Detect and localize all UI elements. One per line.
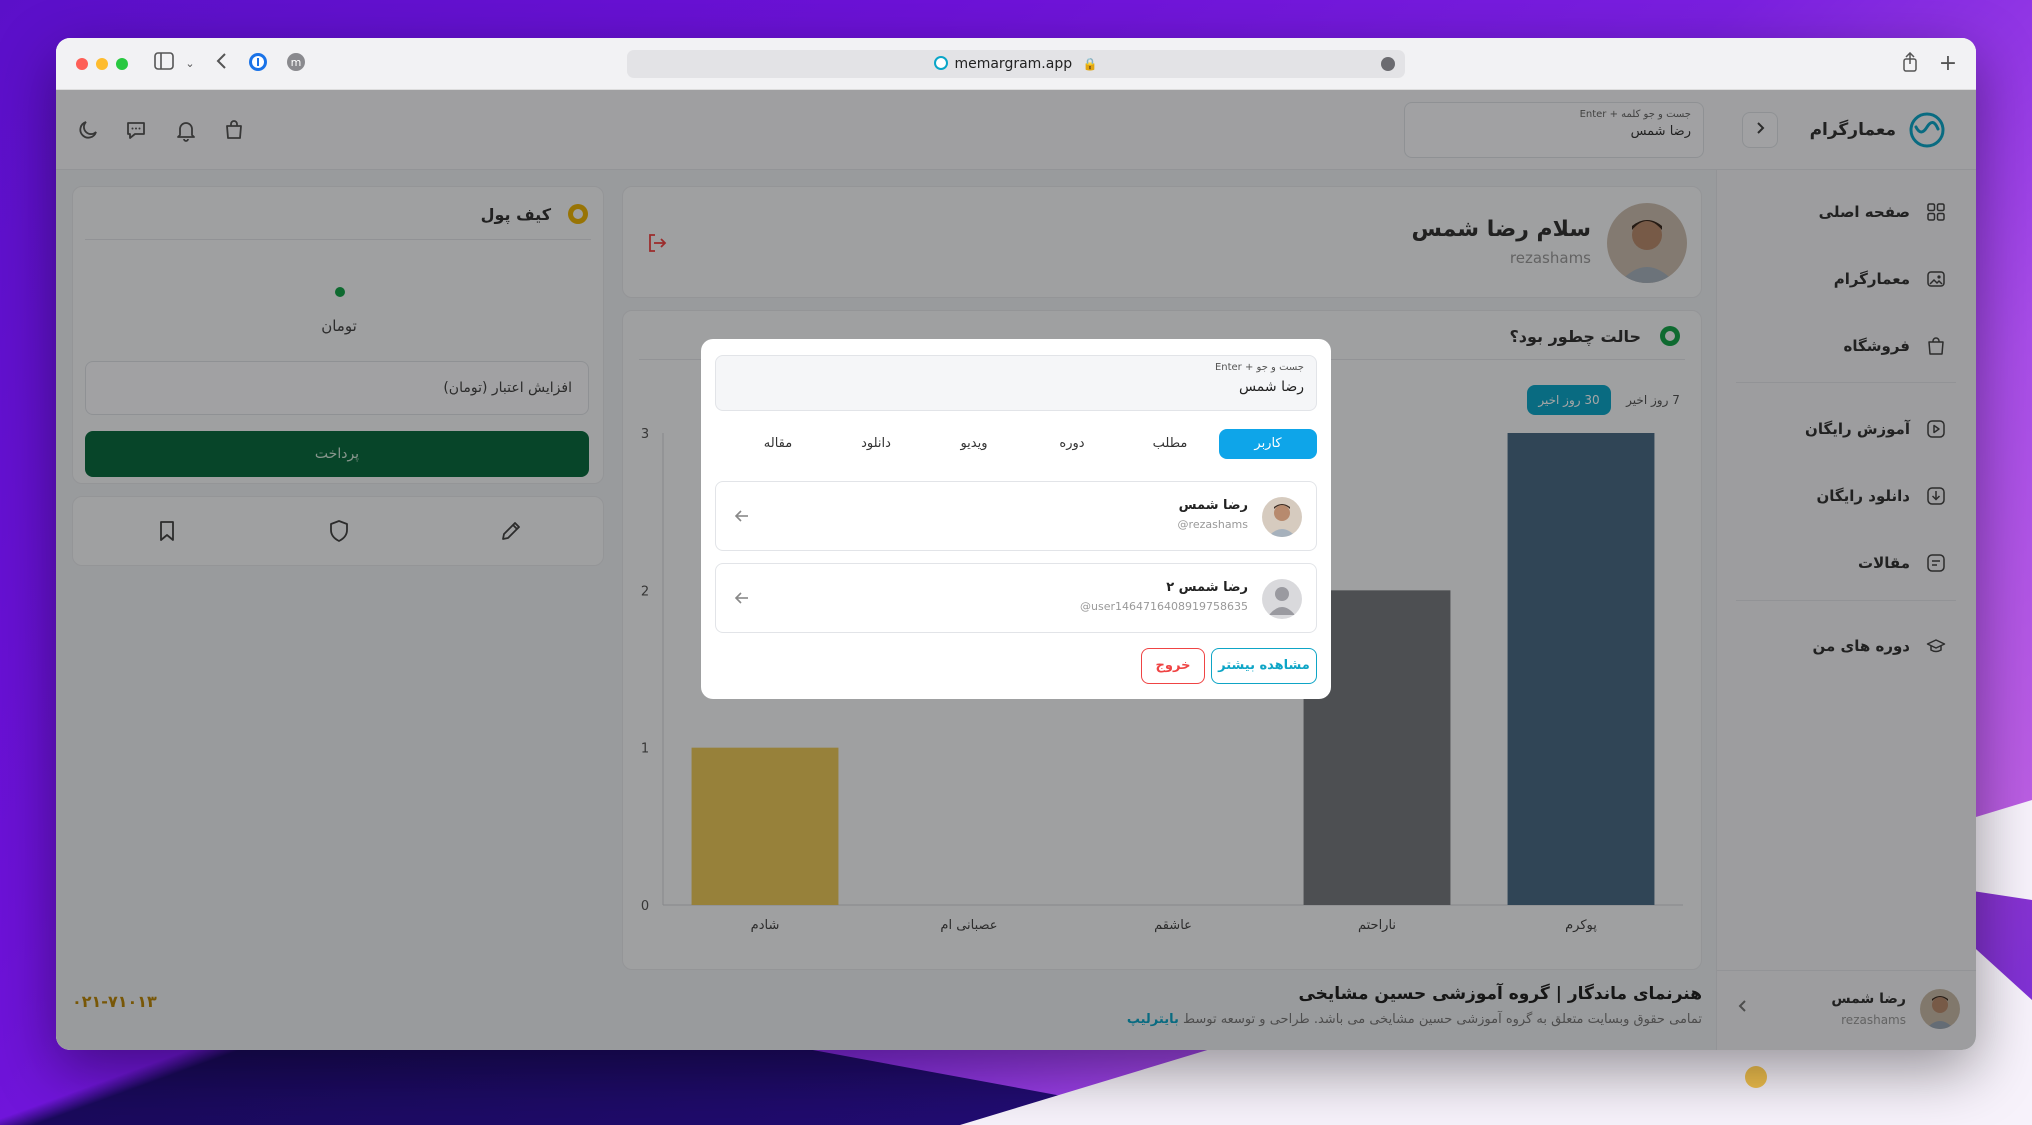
tab-post[interactable]: مطلب	[1121, 429, 1219, 459]
tab-user[interactable]: کاربر	[1219, 429, 1317, 459]
avatar	[1262, 497, 1302, 537]
app-root: جست و جو کلمه + Enter رضا شمس معمارگرام …	[56, 90, 1976, 1050]
new-tab-icon[interactable]: +	[1936, 52, 1960, 76]
lock-icon: 🔒	[1082, 57, 1098, 71]
browser-window: ⌄ m memargram.app 🔒 + جست و جو کلمه + En…	[56, 38, 1976, 1050]
search-result-item[interactable]: رضا شمس rezashams@	[715, 481, 1317, 551]
desktop-dot	[1745, 1066, 1767, 1088]
search-result-item[interactable]: رضا شمس ۲ user1464716408919758635@	[715, 563, 1317, 633]
tab-download[interactable]: دانلود	[827, 429, 925, 459]
avatar	[1262, 579, 1302, 619]
result-name: رضا شمس	[1178, 498, 1248, 513]
zoom-window-button[interactable]	[116, 58, 128, 70]
sidebar-toggle-icon[interactable]	[152, 52, 176, 76]
arrow-left-icon[interactable]	[732, 588, 752, 608]
search-modal: جست و جو + Enter رضا شمس کاربر مطلب دوره…	[701, 339, 1331, 699]
show-more-button[interactable]: مشاهده بیشتر	[1211, 648, 1317, 684]
modal-search-value: رضا شمس	[1238, 379, 1304, 395]
minimize-window-button[interactable]	[96, 58, 108, 70]
result-username: rezashams@	[1177, 518, 1248, 531]
search-tabs: کاربر مطلب دوره ویدیو دانلود مقاله	[715, 429, 1317, 459]
url-text: memargram.app	[954, 56, 1073, 72]
chevron-down-icon[interactable]: ⌄	[178, 52, 202, 76]
browser-toolbar: ⌄ m memargram.app 🔒 +	[56, 38, 1976, 90]
password-manager-icon[interactable]	[246, 52, 270, 76]
more-options-icon[interactable]	[1381, 57, 1395, 71]
share-icon[interactable]	[1898, 51, 1922, 76]
extension-icon[interactable]: m	[284, 52, 308, 76]
tab-course[interactable]: دوره	[1023, 429, 1121, 459]
tab-video[interactable]: ویدیو	[925, 429, 1023, 459]
back-icon[interactable]	[210, 52, 234, 76]
exit-button[interactable]: خروج	[1141, 648, 1205, 684]
modal-search-hint: جست و جو + Enter	[1214, 362, 1304, 373]
close-window-button[interactable]	[76, 58, 88, 70]
tab-article[interactable]: مقاله	[729, 429, 827, 459]
address-bar[interactable]: memargram.app 🔒	[627, 50, 1405, 78]
arrow-left-icon[interactable]	[732, 506, 752, 526]
result-username: user1464716408919758635@	[1080, 600, 1248, 613]
svg-text:m: m	[291, 56, 302, 69]
modal-search-input[interactable]: جست و جو + Enter رضا شمس	[715, 355, 1317, 411]
result-name: رضا شمس ۲	[1166, 580, 1248, 595]
site-favicon-icon	[934, 56, 949, 70]
